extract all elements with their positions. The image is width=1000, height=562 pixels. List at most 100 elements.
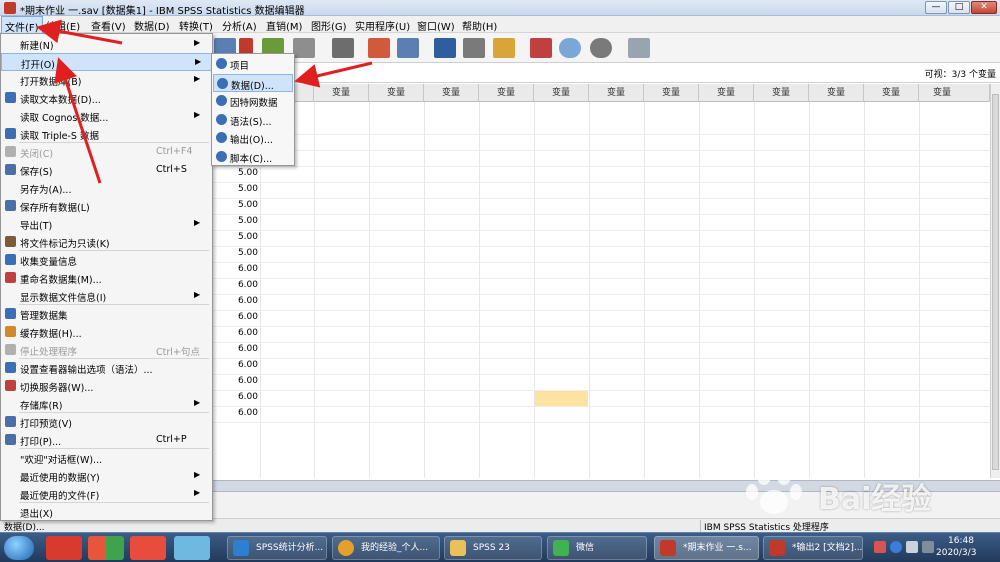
wps-app-icon[interactable] xyxy=(130,536,166,560)
menu-utilities[interactable]: 实用程序(U) xyxy=(355,18,410,33)
office-app-icon[interactable] xyxy=(88,536,124,560)
file-menu-item[interactable]: 收集变量信息 xyxy=(1,251,212,269)
grid-cell[interactable]: 6.00 xyxy=(222,376,258,386)
file-menu-item[interactable]: "欢迎"对话框(W)... xyxy=(1,449,212,467)
grid-cell[interactable]: 6.00 xyxy=(222,392,258,402)
menu-edit[interactable]: 编辑(E) xyxy=(46,18,80,33)
task-spss-guide[interactable]: SPSS统计分析... xyxy=(227,536,327,560)
task-wechat[interactable]: 微信 xyxy=(547,536,647,560)
scrollbar-thumb[interactable] xyxy=(992,94,999,470)
task-spss-output[interactable]: *输出2 [文档2]... xyxy=(763,536,863,560)
select-cases-icon[interactable] xyxy=(493,38,515,58)
column-header[interactable]: 变量 xyxy=(479,84,534,102)
task-folder[interactable]: SPSS 23 xyxy=(444,536,542,560)
column-header[interactable]: 变量 xyxy=(369,84,424,102)
spell-check-icon[interactable] xyxy=(628,38,650,58)
weight-cases-icon[interactable] xyxy=(463,38,485,58)
file-menu-item[interactable]: 新建(N) ▶ xyxy=(1,35,212,53)
grid-cell[interactable]: 6.00 xyxy=(222,296,258,306)
menu-graphs[interactable]: 图形(G) xyxy=(311,18,347,33)
task-spss-data-editor[interactable]: *期末作业 一.s... xyxy=(654,536,759,560)
column-header[interactable]: 变量 xyxy=(919,84,990,102)
column-header[interactable]: 变量 xyxy=(424,84,479,102)
column-header[interactable]: 变量 xyxy=(589,84,644,102)
file-menu-item[interactable]: 打开(O) ▶ xyxy=(1,53,212,71)
close-button[interactable]: ✕ xyxy=(971,1,997,14)
grid-cell[interactable]: 6.00 xyxy=(222,408,258,418)
file-menu-item[interactable]: 保存(S) Ctrl+S xyxy=(1,161,212,179)
selected-cell[interactable] xyxy=(535,391,588,406)
help-icon[interactable] xyxy=(890,541,902,553)
file-menu-item[interactable]: 存储库(R) ▶ xyxy=(1,395,212,413)
grid-cell[interactable]: 6.00 xyxy=(222,344,258,354)
grid-cell[interactable]: 6.00 xyxy=(222,360,258,370)
task-browser[interactable]: 我的经验_个人... xyxy=(332,536,440,560)
grid-cell[interactable]: 5.00 xyxy=(222,168,258,178)
menu-data[interactable]: 数据(D) xyxy=(134,18,170,33)
column-header[interactable]: 变量 xyxy=(754,84,809,102)
open-submenu-item[interactable]: 项目 xyxy=(213,55,293,73)
file-menu-item[interactable]: 读取 Triple-S 数据 xyxy=(1,125,212,143)
file-menu-item[interactable]: 缓存数据(H)... xyxy=(1,323,212,341)
file-menu-item[interactable]: 打开数据库(B) ▶ xyxy=(1,71,212,89)
file-menu-item[interactable]: 切换服务器(W)... xyxy=(1,377,212,395)
youdao-app-icon[interactable] xyxy=(46,536,82,560)
open-submenu-item[interactable]: 脚本(C)... xyxy=(213,148,293,166)
grid-cell[interactable]: 6.00 xyxy=(222,264,258,274)
value-labels-icon[interactable] xyxy=(530,38,552,58)
grid-cell[interactable]: 5.00 xyxy=(222,232,258,242)
insert-variable-icon[interactable] xyxy=(397,38,419,58)
column-header[interactable]: 变量 xyxy=(809,84,864,102)
menu-direct-marketing[interactable]: 直销(M) xyxy=(266,18,302,33)
file-menu-item[interactable]: 保存所有数据(L) xyxy=(1,197,212,215)
maximize-button[interactable]: □ xyxy=(948,1,970,14)
volume-icon[interactable] xyxy=(906,541,918,553)
menu-help[interactable]: 帮助(H) xyxy=(462,18,497,33)
menu-view[interactable]: 查看(V) xyxy=(91,18,126,33)
open-submenu-item[interactable]: 数据(D)... xyxy=(213,73,293,92)
grid-cell[interactable]: 5.00 xyxy=(222,216,258,226)
grid-cell[interactable]: 5.00 xyxy=(222,184,258,194)
file-menu-item[interactable]: 管理数据集 xyxy=(1,305,212,323)
menu-transform[interactable]: 转换(T) xyxy=(179,18,213,33)
show-all-variables-icon[interactable] xyxy=(590,38,612,58)
file-menu-item[interactable]: 设置查看器输出选项（语法）... xyxy=(1,359,212,377)
file-menu-item[interactable]: 将文件标记为只读(K) xyxy=(1,233,212,251)
start-button[interactable] xyxy=(4,536,34,560)
input-method-icon[interactable] xyxy=(874,541,886,553)
find-binoculars-icon[interactable] xyxy=(332,38,354,58)
network-icon[interactable] xyxy=(922,541,934,553)
file-menu-item[interactable]: 退出(X) xyxy=(1,503,212,521)
file-menu-item[interactable]: 打印(P)... Ctrl+P xyxy=(1,431,212,449)
open-submenu-item[interactable]: 语法(S)... xyxy=(213,111,293,129)
file-menu-item[interactable]: 最近使用的数据(Y) ▶ xyxy=(1,467,212,485)
column-header[interactable]: 变量 xyxy=(864,84,919,102)
open-submenu-item[interactable]: 输出(O)... xyxy=(213,129,293,147)
browser-app-icon[interactable] xyxy=(174,536,210,560)
open-submenu-item[interactable]: 因特网数据 xyxy=(213,92,293,110)
grid-cell[interactable]: 5.00 xyxy=(222,248,258,258)
grid-cell[interactable]: 6.00 xyxy=(222,328,258,338)
column-header[interactable]: 变量 xyxy=(314,84,369,102)
column-header[interactable]: 变量 xyxy=(534,84,589,102)
file-menu-item[interactable]: 读取 Cognos 数据... ▶ xyxy=(1,107,212,125)
menu-window[interactable]: 窗口(W) xyxy=(417,18,455,33)
insert-cases-icon[interactable] xyxy=(368,38,390,58)
file-menu-item[interactable]: 读取文本数据(D)... xyxy=(1,89,212,107)
variables-icon[interactable] xyxy=(293,38,315,58)
column-header[interactable]: 变量 xyxy=(699,84,754,102)
use-sets-icon[interactable] xyxy=(559,38,581,58)
grid-cell[interactable]: 6.00 xyxy=(222,280,258,290)
split-file-icon[interactable] xyxy=(434,38,456,58)
minimize-button[interactable]: — xyxy=(925,1,947,14)
file-menu-item[interactable]: 最近使用的文件(F) ▶ xyxy=(1,485,212,503)
vertical-scrollbar[interactable] xyxy=(990,84,1000,478)
file-menu-item[interactable]: 显示数据文件信息(I) ▶ xyxy=(1,287,212,305)
grid-cell[interactable]: 6.00 xyxy=(222,312,258,322)
grid-cell[interactable]: 5.00 xyxy=(222,200,258,210)
file-menu-item[interactable]: 另存为(A)... xyxy=(1,179,212,197)
menu-analyze[interactable]: 分析(A) xyxy=(222,18,257,33)
file-menu-item[interactable]: 打印预览(V) xyxy=(1,413,212,431)
file-menu-item[interactable]: 重命名数据集(M)... xyxy=(1,269,212,287)
file-menu-item[interactable]: 导出(T) ▶ xyxy=(1,215,212,233)
